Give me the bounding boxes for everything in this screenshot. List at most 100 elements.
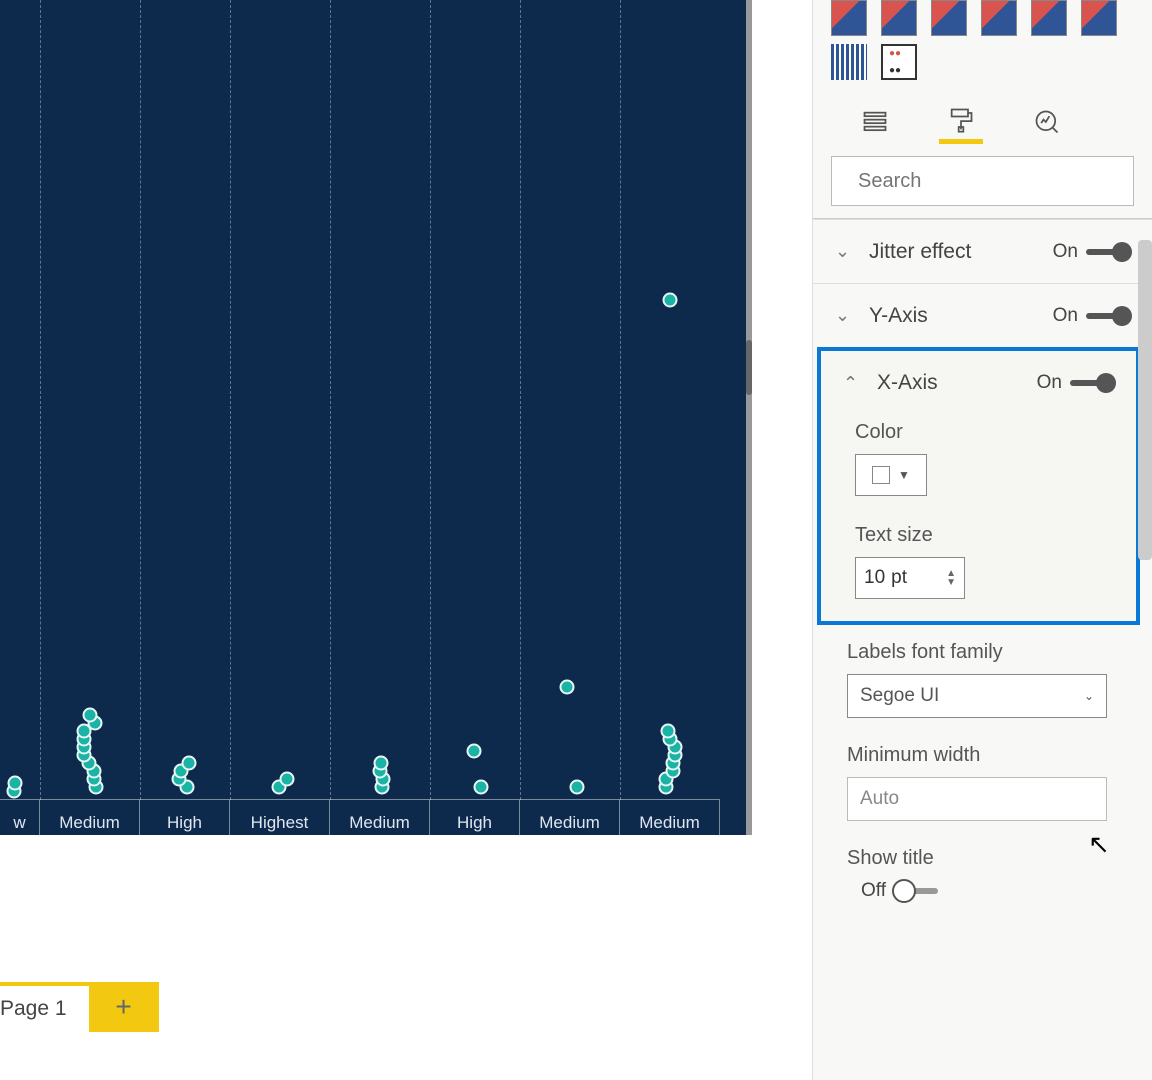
input-value: Auto bbox=[860, 788, 899, 810]
grid-line bbox=[140, 0, 141, 800]
format-search[interactable] bbox=[831, 156, 1134, 206]
minimum-width-input[interactable]: Auto bbox=[847, 777, 1107, 821]
viz-type-tile[interactable] bbox=[881, 0, 917, 36]
stepper-icon[interactable]: ▲▼ bbox=[946, 569, 956, 587]
chevron-down-icon: ⌄ bbox=[835, 305, 855, 326]
data-point[interactable] bbox=[467, 744, 482, 759]
toggle-switch-on-icon bbox=[1070, 380, 1114, 386]
show-title-label: Show title bbox=[847, 847, 1118, 870]
x-axis-category-label: Medium bbox=[330, 799, 430, 835]
viz-type-tile[interactable] bbox=[931, 0, 967, 36]
minimum-width-block: Minimum width Auto bbox=[813, 728, 1152, 831]
format-settings-list: ⌄ Jitter effect On ⌄ Y-Axis On ⌃ X-Axis … bbox=[813, 219, 1152, 1080]
report-canvas: wMediumHighHighestMediumHighMediumMedium… bbox=[0, 0, 812, 1080]
toggle-state-text: On bbox=[1037, 372, 1062, 394]
toggle-x-axis[interactable]: On bbox=[1037, 372, 1114, 394]
analytics-tab[interactable] bbox=[1025, 100, 1069, 144]
format-tab[interactable] bbox=[939, 100, 983, 144]
data-point[interactable] bbox=[279, 772, 294, 787]
color-swatch-icon bbox=[872, 466, 890, 484]
caret-down-icon: ▼ bbox=[898, 468, 910, 482]
viz-type-tile[interactable] bbox=[1081, 0, 1117, 36]
fields-tab[interactable] bbox=[853, 100, 897, 144]
toggle-state-text: Off bbox=[861, 880, 886, 902]
toggle-show-title[interactable]: Off bbox=[847, 880, 1118, 902]
chevron-down-icon: ⌄ bbox=[1084, 689, 1094, 703]
setting-x-axis-expanded-highlight: ⌃ X-Axis On Color ▼ Text size 10 pt bbox=[817, 347, 1140, 625]
paint-roller-icon bbox=[947, 106, 975, 134]
data-point[interactable] bbox=[661, 724, 676, 739]
data-point[interactable] bbox=[559, 680, 574, 695]
toggle-switch-on-icon bbox=[1086, 313, 1130, 319]
x-axis-category-label: High bbox=[430, 799, 520, 835]
chart-plot-area bbox=[0, 0, 746, 835]
x-axis-category-label: w bbox=[0, 799, 40, 835]
setting-jitter-effect[interactable]: ⌄ Jitter effect On bbox=[813, 219, 1152, 283]
format-search-input[interactable] bbox=[858, 170, 1123, 193]
x-axis-category-label: High bbox=[140, 799, 230, 835]
labels-font-family-select[interactable]: Segoe UI ⌄ bbox=[847, 674, 1107, 718]
x-axis-textsize-block: Text size 10 pt ▲▼ bbox=[821, 518, 1136, 621]
text-size-value: 10 bbox=[864, 567, 885, 589]
data-point[interactable] bbox=[473, 780, 488, 795]
x-axis-category-label: Highest bbox=[230, 799, 330, 835]
toggle-jitter[interactable]: On bbox=[1053, 241, 1130, 263]
viz-type-tile[interactable] bbox=[981, 0, 1017, 36]
data-point[interactable] bbox=[181, 756, 196, 771]
chevron-down-icon: ⌄ bbox=[835, 241, 855, 262]
grid-line bbox=[620, 0, 621, 800]
grid-line bbox=[520, 0, 521, 800]
color-label: Color bbox=[855, 421, 1102, 444]
data-point[interactable] bbox=[569, 780, 584, 795]
x-axis-category-label: Medium bbox=[40, 799, 140, 835]
viz-type-tile[interactable] bbox=[831, 44, 867, 80]
magnify-chart-icon bbox=[1033, 108, 1061, 136]
dot-plot-chart[interactable]: wMediumHighHighestMediumHighMediumMedium bbox=[0, 0, 752, 835]
select-value: Segoe UI bbox=[860, 685, 939, 707]
pane-scrollbar-thumb[interactable] bbox=[1138, 240, 1152, 560]
data-point[interactable] bbox=[7, 776, 22, 791]
setting-x-axis[interactable]: ⌃ X-Axis On bbox=[821, 351, 1136, 415]
chart-scrollbar-thumb[interactable] bbox=[746, 340, 752, 395]
viz-type-tile[interactable] bbox=[1031, 0, 1067, 36]
toggle-switch-on-icon bbox=[1086, 249, 1130, 255]
toggle-switch-off-icon bbox=[894, 888, 938, 894]
toggle-y-axis[interactable]: On bbox=[1053, 305, 1130, 327]
fields-icon bbox=[861, 108, 889, 136]
text-size-unit: pt bbox=[891, 567, 907, 589]
add-page-button[interactable]: + bbox=[89, 982, 159, 1032]
visualization-gallery bbox=[813, 0, 1152, 96]
text-size-label: Text size bbox=[855, 524, 1102, 547]
grid-line bbox=[330, 0, 331, 800]
plus-icon: + bbox=[115, 991, 131, 1023]
pane-tool-tabs bbox=[813, 96, 1152, 144]
x-axis-labels: wMediumHighHighestMediumHighMediumMedium bbox=[0, 799, 746, 835]
x-axis-category-label: Medium bbox=[620, 799, 720, 835]
toggle-state-text: On bbox=[1053, 241, 1078, 263]
page-tab-1[interactable]: Page 1 bbox=[0, 982, 89, 1032]
toggle-state-text: On bbox=[1053, 305, 1078, 327]
minimum-width-label: Minimum width bbox=[847, 744, 1118, 767]
labels-font-family-label: Labels font family bbox=[847, 641, 1118, 664]
data-point[interactable] bbox=[374, 756, 389, 771]
viz-type-tile-selected[interactable] bbox=[881, 44, 917, 80]
setting-label: X-Axis bbox=[877, 371, 1023, 395]
data-point[interactable] bbox=[82, 708, 97, 723]
labels-font-family-block: Labels font family Segoe UI ⌄ bbox=[813, 625, 1152, 728]
chevron-up-icon: ⌃ bbox=[843, 373, 863, 394]
setting-y-axis[interactable]: ⌄ Y-Axis On bbox=[813, 283, 1152, 347]
show-title-block: Show title Off bbox=[813, 831, 1152, 912]
x-axis-text-size-input[interactable]: 10 pt ▲▼ bbox=[855, 557, 965, 599]
data-point[interactable] bbox=[662, 292, 677, 307]
x-axis-color-picker[interactable]: ▼ bbox=[855, 454, 927, 496]
grid-line bbox=[230, 0, 231, 800]
grid-line bbox=[40, 0, 41, 800]
setting-label: Y-Axis bbox=[869, 304, 1039, 328]
visualizations-pane: ⌄ Jitter effect On ⌄ Y-Axis On ⌃ X-Axis … bbox=[812, 0, 1152, 1080]
page-tabs: Page 1 + bbox=[0, 982, 159, 1032]
setting-label: Jitter effect bbox=[869, 240, 1039, 264]
viz-type-tile[interactable] bbox=[831, 0, 867, 36]
x-axis-category-label: Medium bbox=[520, 799, 620, 835]
grid-line bbox=[430, 0, 431, 800]
x-axis-color-block: Color ▼ bbox=[821, 415, 1136, 518]
